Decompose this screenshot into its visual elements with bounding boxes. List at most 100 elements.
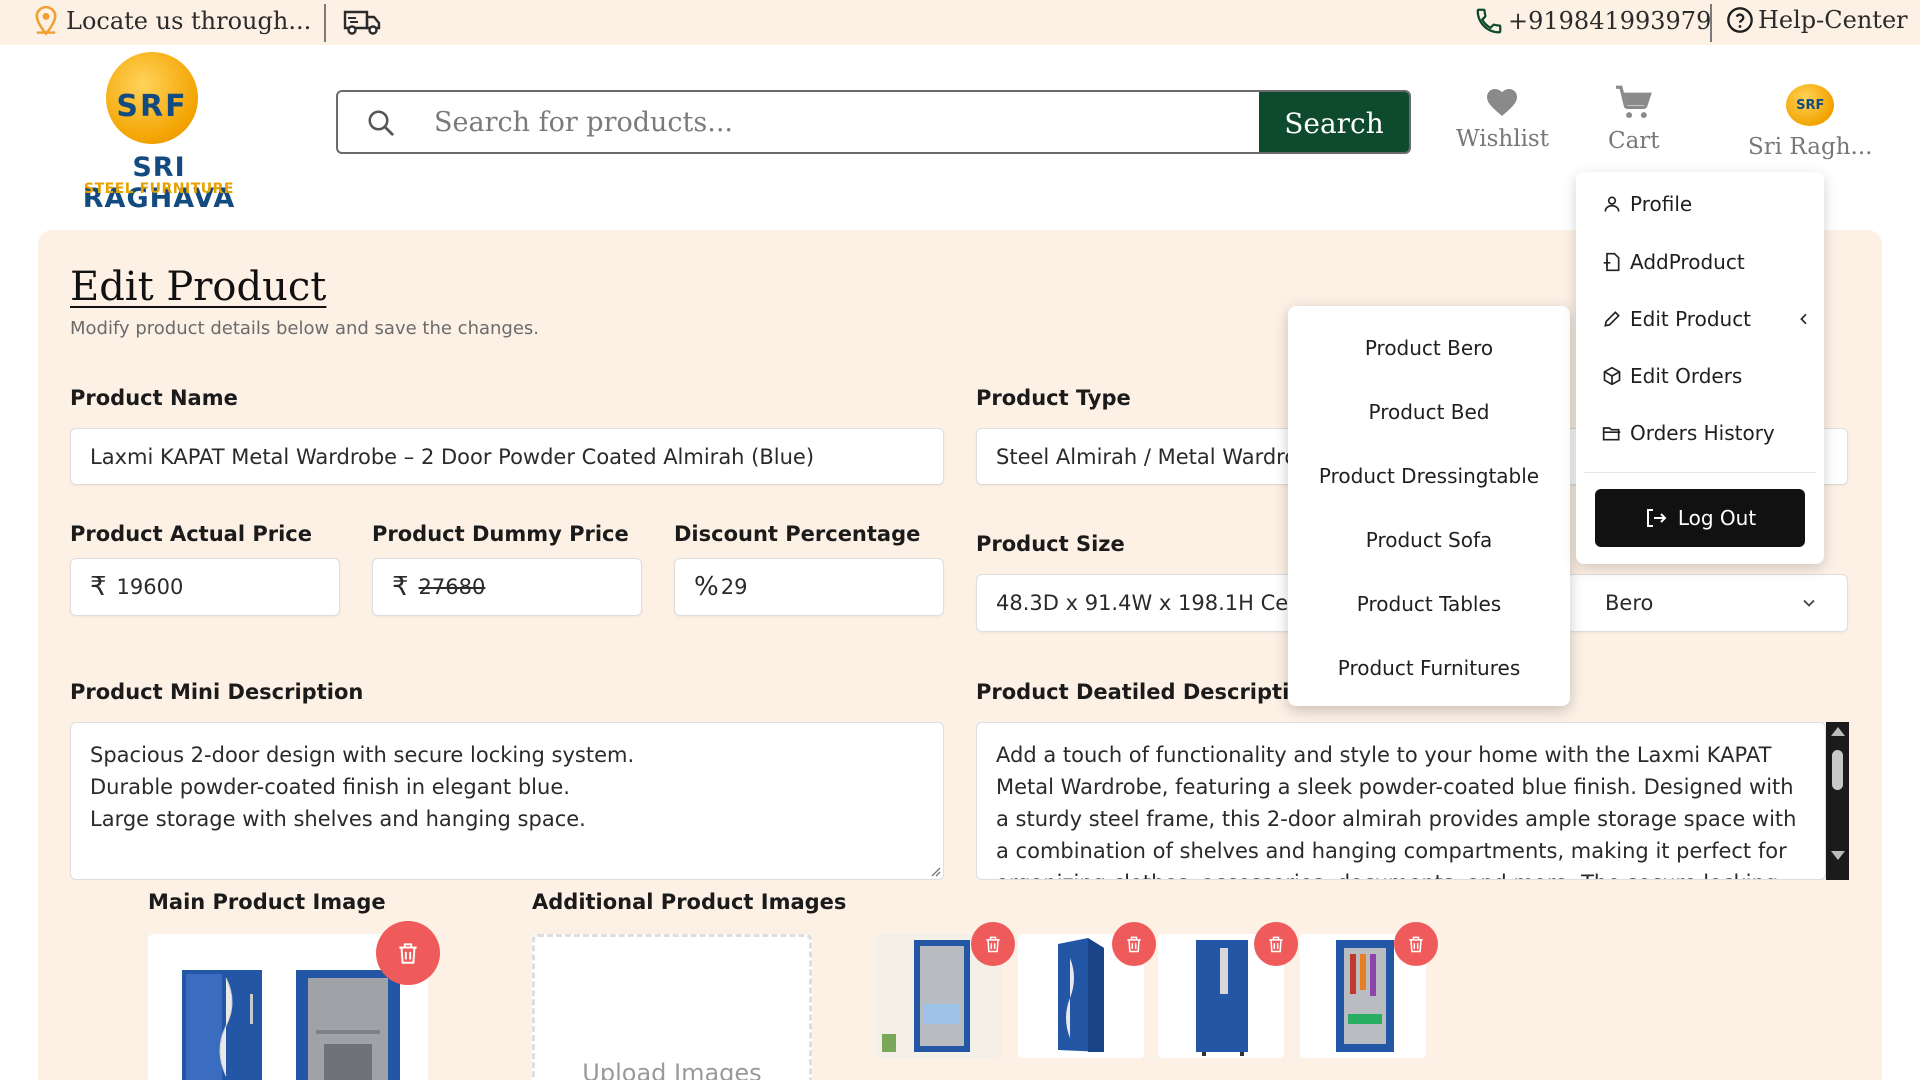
wishlist-label: Wishlist bbox=[1456, 126, 1549, 152]
phone-link[interactable]: +919841993979 bbox=[1474, 6, 1711, 36]
avatar: SRF bbox=[1786, 84, 1835, 126]
delete-additional-image-button[interactable] bbox=[1394, 922, 1438, 966]
wishlist-button[interactable]: Wishlist bbox=[1456, 84, 1549, 152]
product-name-label: Product Name bbox=[70, 386, 238, 410]
phone-icon bbox=[1476, 8, 1502, 34]
search-bar: Search bbox=[336, 90, 1411, 154]
mini-description-label: Product Mini Description bbox=[70, 680, 364, 704]
description-scrollbar[interactable] bbox=[1826, 722, 1849, 880]
submenu-item-product-tables[interactable]: Product Tables bbox=[1288, 592, 1570, 616]
product-name-value: Laxmi KAPAT Metal Wardrobe – 2 Door Powd… bbox=[90, 444, 815, 469]
submenu-item-product-sofa[interactable]: Product Sofa bbox=[1288, 528, 1570, 552]
detailed-description-textarea[interactable]: Add a touch of functionality and style t… bbox=[976, 722, 1826, 880]
scroll-up-arrow-icon[interactable] bbox=[1831, 727, 1845, 736]
trash-icon bbox=[986, 936, 1000, 953]
scroll-down-arrow-icon[interactable] bbox=[1831, 851, 1845, 860]
delete-additional-image-button[interactable] bbox=[1112, 922, 1156, 966]
submenu-item-product-bero[interactable]: Product Bero bbox=[1288, 336, 1570, 360]
menu-item-label: Profile bbox=[1630, 192, 1693, 216]
cart-label: Cart bbox=[1608, 128, 1660, 154]
locate-link[interactable]: Locate us through... bbox=[32, 6, 311, 36]
page-title: Edit Product bbox=[70, 264, 327, 310]
category-value: Bero bbox=[1605, 591, 1654, 615]
menu-item-profile[interactable]: Profile bbox=[1602, 192, 1692, 216]
trash-icon bbox=[1127, 936, 1141, 953]
location-pin-icon bbox=[35, 6, 57, 36]
add-file-icon bbox=[1603, 252, 1620, 272]
search-icon bbox=[368, 110, 394, 136]
folder-open-icon bbox=[1602, 427, 1621, 441]
mini-description-line: Large storage with shelves and hanging s… bbox=[90, 807, 586, 831]
resize-grip-icon[interactable] bbox=[929, 865, 941, 877]
upload-images-dropzone[interactable]: Upload Images bbox=[532, 934, 812, 1080]
locate-text: Locate us through... bbox=[66, 7, 312, 35]
submenu-item-product-dressingtable[interactable]: Product Dressingtable bbox=[1288, 464, 1570, 488]
user-name: Sri Ragh... bbox=[1748, 134, 1873, 160]
rupee-icon: ₹ bbox=[90, 572, 107, 602]
actual-price-label: Product Actual Price bbox=[70, 522, 312, 546]
menu-item-label: AddProduct bbox=[1630, 250, 1745, 274]
help-center-link[interactable]: Help-Center bbox=[1726, 6, 1908, 34]
delete-additional-image-button[interactable] bbox=[971, 922, 1015, 966]
percent-icon: % bbox=[694, 572, 719, 602]
top-info-bar: Locate us through... +919841993979 Help-… bbox=[0, 0, 1920, 45]
package-icon bbox=[1603, 366, 1621, 386]
help-center-text: Help-Center bbox=[1758, 6, 1908, 34]
discount-label: Discount Percentage bbox=[674, 522, 921, 546]
page-subtitle: Modify product details below and save th… bbox=[70, 318, 540, 339]
user-dropdown-menu: Profile AddProduct Edit Product Edit Ord… bbox=[1576, 172, 1824, 564]
discount-value: 29 bbox=[720, 575, 748, 599]
divider bbox=[1710, 4, 1712, 42]
category-select[interactable]: Bero bbox=[1566, 574, 1848, 632]
scroll-thumb[interactable] bbox=[1832, 750, 1843, 790]
mini-description-line: Spacious 2-door design with secure locki… bbox=[90, 743, 635, 767]
user-account-button[interactable]: SRF Sri Ragh... bbox=[1748, 84, 1872, 160]
mini-description-textarea[interactable]: Spacious 2-door design with secure locki… bbox=[70, 722, 944, 880]
user-icon bbox=[1604, 196, 1620, 212]
search-button[interactable]: Search bbox=[1259, 92, 1409, 152]
main-image-label: Main Product Image bbox=[148, 890, 386, 914]
discount-input[interactable]: % 29 bbox=[674, 558, 944, 616]
edit-product-submenu: Product Bero Product Bed Product Dressin… bbox=[1288, 306, 1570, 706]
delete-main-image-button[interactable] bbox=[376, 921, 440, 985]
trash-icon bbox=[399, 943, 417, 964]
detailed-description-text: Add a touch of functionality and style t… bbox=[996, 743, 1797, 879]
product-name-input[interactable]: Laxmi KAPAT Metal Wardrobe – 2 Door Powd… bbox=[70, 428, 944, 485]
log-out-icon bbox=[1646, 509, 1667, 527]
dummy-price-input[interactable]: ₹ 27680 bbox=[372, 558, 642, 616]
chevron-down-icon bbox=[1803, 599, 1815, 607]
detailed-description-label: Product Deatiled Description bbox=[976, 680, 1319, 704]
menu-item-orders-history[interactable]: Orders History bbox=[1602, 421, 1775, 445]
menu-item-add-product[interactable]: AddProduct bbox=[1602, 250, 1745, 274]
product-type-label: Product Type bbox=[976, 386, 1131, 410]
submenu-item-product-bed[interactable]: Product Bed bbox=[1288, 400, 1570, 424]
mini-description-line: Durable powder-coated finish in elegant … bbox=[90, 775, 570, 799]
product-size-label: Product Size bbox=[976, 532, 1125, 556]
heart-icon bbox=[1487, 89, 1518, 116]
actual-price-input[interactable]: ₹ 19600 bbox=[70, 558, 340, 616]
trash-icon bbox=[1409, 936, 1423, 953]
menu-divider bbox=[1584, 472, 1816, 473]
cart-button[interactable]: Cart bbox=[1608, 84, 1660, 154]
menu-item-edit-orders[interactable]: Edit Orders bbox=[1602, 364, 1742, 388]
trash-icon bbox=[1269, 936, 1283, 953]
menu-item-edit-product[interactable]: Edit Product bbox=[1602, 307, 1812, 331]
delete-additional-image-button[interactable] bbox=[1254, 922, 1298, 966]
menu-item-label: Orders History bbox=[1630, 421, 1775, 445]
rupee-icon: ₹ bbox=[392, 572, 409, 602]
search-input[interactable] bbox=[434, 100, 1264, 144]
pencil-icon bbox=[1604, 311, 1620, 327]
logo-mark: SRF bbox=[116, 89, 188, 124]
log-out-button[interactable]: Log Out bbox=[1595, 489, 1805, 547]
product-type-value: Steel Almirah / Metal Wardrobe bbox=[996, 444, 1324, 469]
log-out-label: Log Out bbox=[1677, 506, 1757, 530]
actual-price-value: 19600 bbox=[116, 575, 184, 599]
submenu-item-product-furnitures[interactable]: Product Furnitures bbox=[1288, 656, 1570, 680]
chevron-left-icon bbox=[1800, 313, 1807, 325]
menu-item-label: Edit Product bbox=[1630, 307, 1752, 331]
dummy-price-label: Product Dummy Price bbox=[372, 522, 629, 546]
additional-images-label: Additional Product Images bbox=[532, 890, 847, 914]
brand-logo[interactable]: SRF SRI RAGHAVA STEEL FURNITURE bbox=[56, 52, 262, 214]
cart-icon bbox=[1615, 85, 1652, 119]
dummy-price-value: 27680 bbox=[418, 575, 486, 599]
